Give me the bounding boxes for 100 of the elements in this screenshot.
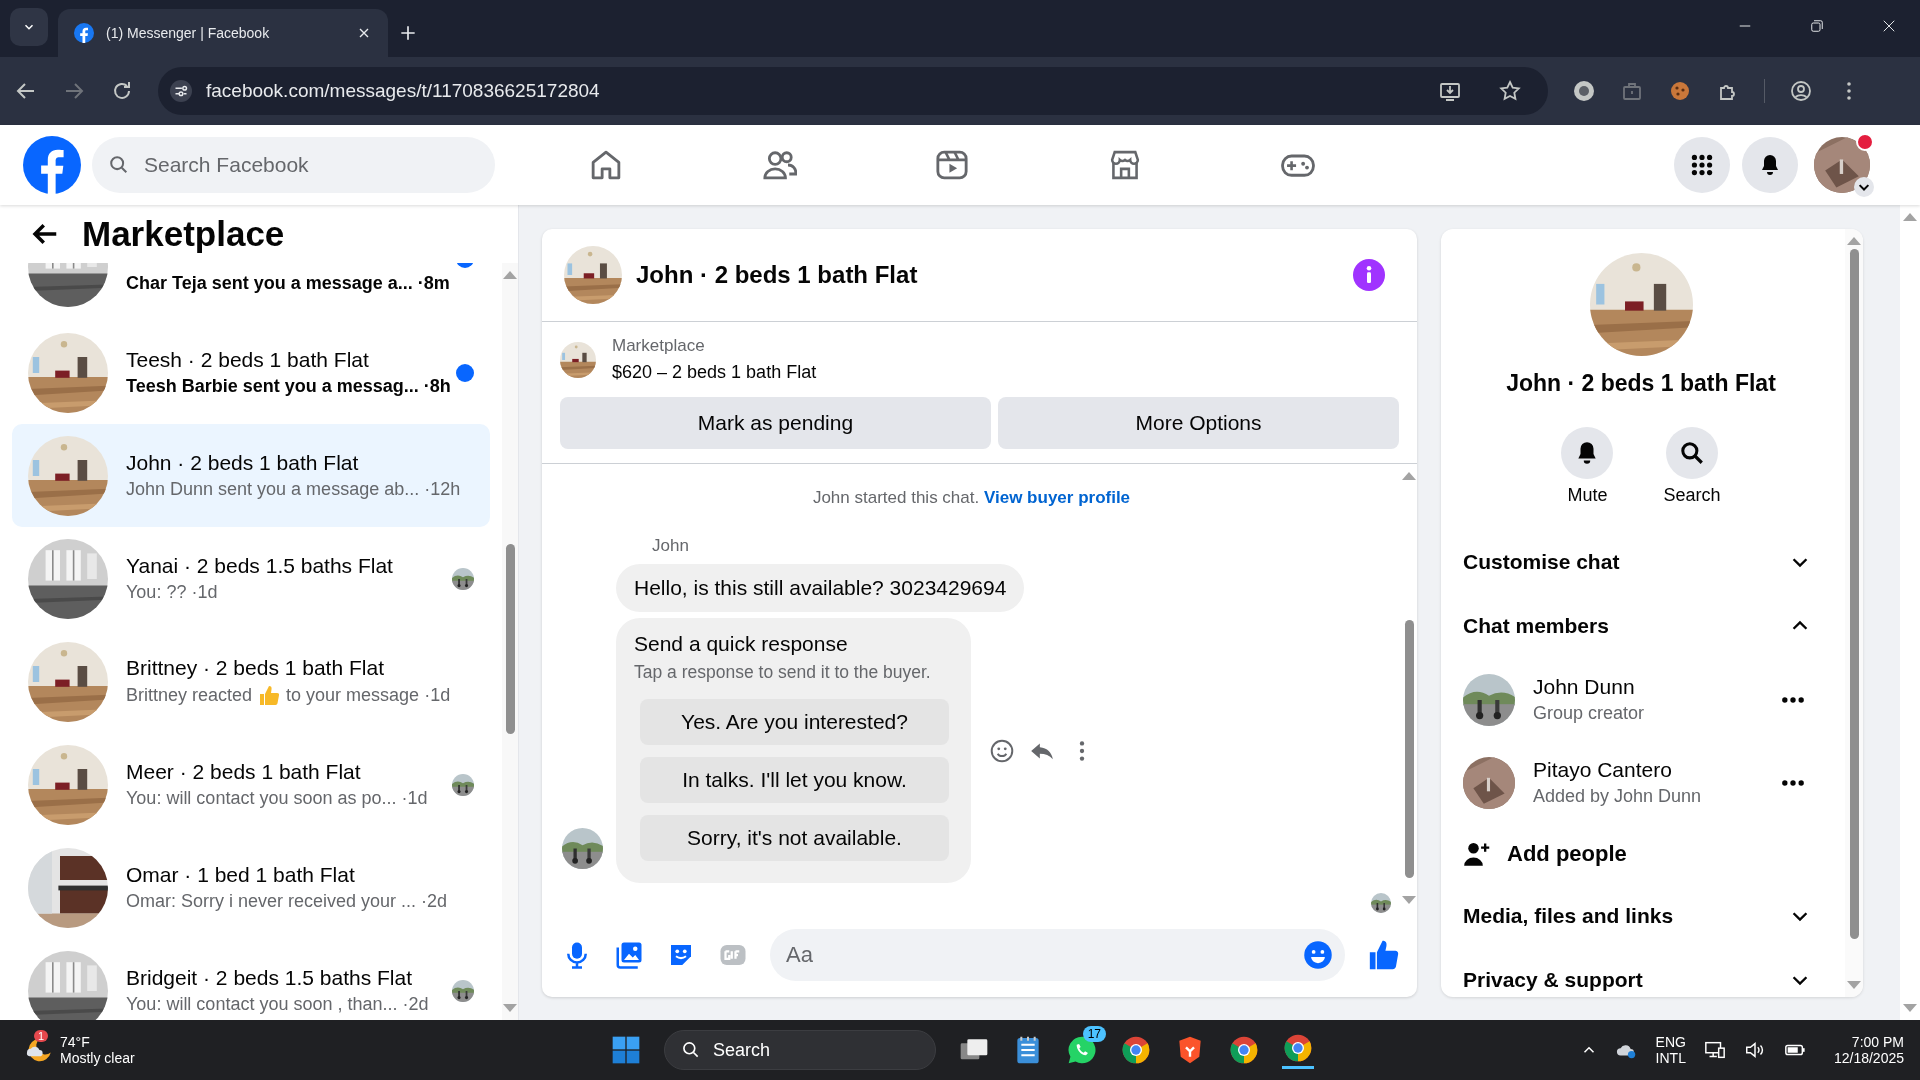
cookie-extension-icon[interactable] — [1668, 79, 1692, 103]
chevron-down-icon — [1854, 177, 1874, 197]
conversation-item[interactable]: Teesh · 2 beds 1 bath Flat Teesh Barbie sent you a messag... ·8h — [12, 321, 490, 424]
member-role: Added by John Dunn — [1533, 786, 1703, 807]
conversation-title: Brittney · 2 beds 1 bath Flat — [126, 655, 385, 680]
emoji-icon[interactable] — [1303, 939, 1333, 970]
member-name: Pitayo Cantero — [1533, 758, 1673, 782]
chat-notice: John started this chat. View buyer profile — [811, 488, 1132, 508]
search-icon — [681, 1040, 701, 1060]
conversation-title: Teesh · 2 beds 1 bath Flat — [126, 348, 370, 372]
message-preview: Char Teja sent you a message a... — [126, 273, 413, 294]
message-time: ·12h — [424, 479, 461, 500]
apps-menu-button[interactable] — [1674, 137, 1730, 193]
card-title: Send a quick response — [634, 632, 849, 656]
notifications-button[interactable] — [1742, 137, 1798, 193]
search-field[interactable]: Search Facebook — [92, 137, 495, 193]
conversation-item[interactable]: Char Teja sent you a message a... ·8m — [12, 263, 490, 321]
action-button[interactable]: Mark as pending — [560, 397, 991, 449]
member-role: Group creator — [1533, 703, 1646, 724]
message-time: ·1d — [424, 685, 451, 706]
search-icon — [1679, 440, 1705, 466]
panel-title: Marketplace — [82, 214, 285, 254]
info-icon[interactable] — [1353, 259, 1385, 291]
conversation-title: Meer · 2 beds 1 bath Flat — [126, 760, 362, 784]
start-icon[interactable] — [610, 1034, 642, 1066]
conversation-item[interactable]: John · 2 beds 1 bath Flat John Dunn sent you a message ab... ·12h — [12, 424, 490, 527]
browser-tab[interactable]: (1) Messenger | Facebook — [58, 9, 388, 57]
listing-label: Marketplace — [612, 336, 706, 356]
action-button[interactable]: More Options — [998, 397, 1399, 449]
temperature: 74°F — [60, 1034, 91, 1050]
conversation-item[interactable]: Brittney · 2 beds 1 bath Flat Brittney reacted to your message ·1d — [12, 630, 490, 733]
message-preview: You: ?? — [126, 582, 187, 603]
taskbar-search[interactable]: Search — [664, 1030, 936, 1070]
grid-icon — [1689, 152, 1715, 178]
message-input[interactable]: Aa — [770, 928, 1345, 981]
weather-condition: Mostly clear — [60, 1050, 135, 1066]
thumbs-up-icon — [257, 683, 282, 708]
language-indicator[interactable]: ENG INTL — [1655, 1034, 1686, 1066]
conversation-title: Yanai · 2 beds 1.5 baths Flat — [126, 554, 394, 578]
browser-icon[interactable] — [1120, 1034, 1152, 1066]
notification-badge: 17 — [1082, 1026, 1106, 1042]
message-preview: Omar: Sorry i never received your ... — [126, 891, 417, 912]
new-tab-icon[interactable] — [398, 23, 418, 43]
bookmark-star-icon[interactable] — [1498, 79, 1522, 103]
browser-icon[interactable] — [1228, 1034, 1260, 1066]
restore-icon[interactable] — [1808, 17, 1826, 35]
scrollbar[interactable] — [502, 263, 518, 1020]
message-time: ·2d — [421, 891, 448, 912]
quick-reply-button[interactable]: Yes. Are you interested? — [640, 699, 949, 745]
sender-name: John — [652, 536, 690, 556]
url-text: facebook.com/messages/t/1170836625172804 — [206, 80, 600, 102]
message-time: ·1d — [401, 788, 428, 809]
notification-badge: 1 — [34, 1030, 49, 1042]
site-settings-icon[interactable] — [170, 80, 192, 102]
chat-title: John · 2 beds 1 bath Flat — [1506, 370, 1776, 397]
record-extension-icon[interactable] — [1572, 79, 1596, 103]
conversation-item[interactable]: Meer · 2 beds 1 bath Flat You: will contact you soon as po... ·1d — [12, 733, 490, 836]
network-icon[interactable] — [1703, 1039, 1726, 1061]
message-preview: John Dunn sent you a message ab... — [126, 479, 420, 500]
message-preview: Brittney reacted — [126, 685, 253, 706]
quick-reply-button[interactable]: In talks. I'll let you know. — [640, 757, 949, 803]
facebook-logo-icon[interactable] — [23, 136, 81, 194]
conversation-title: Bridgeit · 2 beds 1.5 baths Flat — [126, 966, 413, 990]
message-time: ·2d — [402, 994, 429, 1015]
message-bubble: Hello, is this still available? 3023429694 — [616, 564, 1025, 612]
section-header[interactable]: Privacy & support — [1463, 948, 1819, 997]
conversation-item[interactable]: Yanai · 2 beds 1.5 baths Flat You: ?? ·1d — [12, 527, 490, 630]
message-preview: to your message — [286, 685, 420, 706]
add-people-button[interactable]: Add people — [1463, 824, 1819, 884]
message-preview: You: will contact you soon , than... — [126, 994, 398, 1015]
section-header[interactable]: Chat members — [1463, 594, 1819, 658]
action-label: Mute — [1567, 485, 1608, 506]
conversation-title: John · 2 beds 1 bath Flat — [126, 451, 360, 475]
card-subtitle: Tap a response to send it to the buyer. — [634, 662, 932, 683]
scrollbar[interactable] — [1900, 205, 1920, 1020]
message-time: ·8m — [417, 273, 450, 294]
chat-title: John · 2 beds 1 bath Flat — [636, 261, 918, 289]
clock[interactable]: 7:00 PM 12/18/2025 — [1833, 1034, 1904, 1066]
message-preview: You: will contact you soon as po... — [126, 788, 397, 809]
profile-icon[interactable] — [1789, 79, 1813, 103]
message-preview: Teesh Barbie sent you a messag... — [126, 376, 419, 397]
buyer-profile-link[interactable]: View buyer profile — [983, 488, 1131, 507]
section-header[interactable]: Customise chat — [1463, 530, 1819, 594]
section-header[interactable]: Media, files and links — [1463, 884, 1819, 948]
emoji-icon[interactable] — [989, 737, 1015, 764]
message-time: ·1d — [191, 582, 218, 603]
volume-icon[interactable] — [1743, 1039, 1766, 1061]
conversation-title: Omar · 1 bed 1 bath Flat — [126, 863, 356, 887]
search-icon — [108, 154, 130, 176]
message-time: ·8h — [423, 376, 451, 397]
add-person-icon — [1463, 840, 1491, 868]
member-name: John Dunn — [1533, 675, 1636, 699]
tab-title: (1) Messenger | Facebook — [106, 25, 271, 41]
conversation-item[interactable]: Omar · 1 bed 1 bath Flat Omar: Sorry i never received your ... ·2d — [12, 836, 490, 939]
quick-reply-button[interactable]: Sorry, it's not available. — [640, 815, 949, 861]
action-label: Search — [1663, 485, 1721, 506]
address-bar[interactable]: facebook.com/messages/t/1170836625172804 — [158, 67, 1548, 115]
scrollbar[interactable] — [1845, 229, 1863, 997]
facebook-logo-icon — [74, 23, 94, 43]
action-button[interactable] — [1666, 427, 1718, 479]
